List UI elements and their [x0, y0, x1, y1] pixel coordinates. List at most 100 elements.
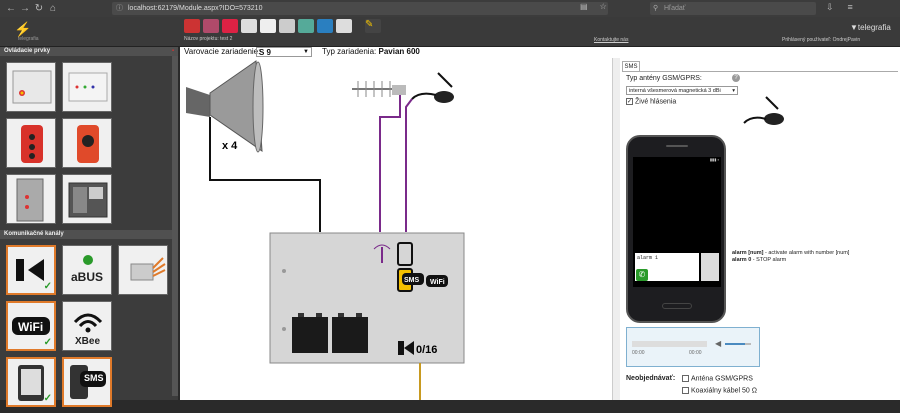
- send-button[interactable]: [701, 253, 719, 281]
- edit-icon[interactable]: ✎: [365, 19, 381, 33]
- volume-icon[interactable]: ◀: [715, 339, 721, 348]
- live-messages-option[interactable]: ✓ Živé hlásenia: [626, 98, 676, 105]
- alarm-desc-1: - activate alarm with number [num]: [763, 250, 850, 256]
- alarm-cmd-2: alarm 0: [732, 257, 752, 263]
- audio-time-start: 00:00: [632, 350, 645, 356]
- collapse-icon[interactable]: ▪: [172, 47, 174, 56]
- tool-icon-1[interactable]: [184, 19, 200, 33]
- unordered-label: Neobjednávať:: [626, 375, 676, 382]
- antenna-label: Typ antény GSM/GPRS:: [626, 75, 702, 82]
- control-panel-tile[interactable]: [62, 62, 112, 112]
- audio-progress-bar[interactable]: [632, 341, 707, 347]
- channels-grid: ✓ aBUS WiFi ✓ XBee ✓ SMS: [0, 239, 178, 413]
- help-icon[interactable]: ?: [732, 74, 740, 82]
- url-actions: ▤ ☆: [580, 2, 607, 11]
- phone-home-button: [662, 303, 692, 309]
- tool-icon-2[interactable]: [203, 19, 219, 33]
- back-icon[interactable]: ←: [4, 2, 18, 16]
- channel-io-tile[interactable]: ✓: [6, 245, 56, 295]
- yagi-cable: [379, 95, 401, 232]
- address-bar[interactable]: ⓘ localhost:62179/Module.aspx?IDO=573210: [112, 2, 608, 15]
- logged-user: Prihlásený používateľ: OndrejPavin: [782, 37, 861, 43]
- alarm-cmd-1: alarm [num]: [732, 250, 764, 256]
- sidebar-scrollbar[interactable]: [172, 56, 178, 396]
- info-icon: ⓘ: [116, 5, 123, 12]
- audio-player: 00:00 00:00 ◀: [626, 327, 760, 367]
- design-canvas[interactable]: Varovacie zariadenie: S 9 ▼ Typ zariadeni…: [180, 47, 620, 400]
- share-icon[interactable]: [317, 19, 333, 33]
- antenna-select[interactable]: interná všesmerová magnetická 3 dBi ▾: [626, 86, 738, 95]
- menu-icon[interactable]: ≡: [848, 2, 853, 13]
- svg-text:WiFi: WiFi: [18, 320, 43, 334]
- sms-badge: SMS: [404, 277, 420, 284]
- option-cable-checkbox[interactable]: [682, 387, 689, 394]
- channel-wifi-tile[interactable]: WiFi ✓: [6, 301, 56, 351]
- checkmark-icon: ✓: [43, 337, 52, 348]
- option-antenna-checkbox[interactable]: [682, 375, 689, 382]
- section-controls-title: Ovládacie prvky: [4, 48, 51, 54]
- tab-sms[interactable]: SMS: [622, 61, 640, 71]
- channel-xbee-tile[interactable]: XBee: [62, 301, 112, 351]
- chart-icon[interactable]: [298, 19, 314, 33]
- open-cabinet-tile[interactable]: [62, 174, 112, 224]
- svg-text:WiFi: WiFi: [430, 279, 445, 286]
- io-counter: 0/16: [416, 344, 437, 356]
- url-text: localhost:62179/Module.aspx?IDO=573210: [128, 5, 263, 12]
- reload-icon[interactable]: ↻: [32, 2, 46, 16]
- section-channels-header[interactable]: Komunikačné kanály ▪: [0, 230, 178, 239]
- call-icon[interactable]: ✆: [636, 269, 648, 281]
- app-header: ⚡ telegrafia ✎ Názov projektu: test 2 Kon…: [0, 17, 900, 47]
- control-box-tile[interactable]: [6, 62, 56, 112]
- brand-logo: ▼telegrafia: [850, 23, 891, 32]
- sidebar: Ovládacie prvky ▪ Komunikačné kanály ▪ ✓: [0, 47, 178, 407]
- search-icon: ⚲: [653, 5, 659, 12]
- channel-xbee-label: XBee: [75, 336, 101, 347]
- antenna-value: interná všesmerová magnetická 3 dBi: [629, 88, 721, 94]
- option-antenna-label: Anténa GSM/GPRS: [691, 375, 753, 383]
- channel-abus-tile[interactable]: aBUS: [62, 245, 112, 295]
- channel-cable-tile[interactable]: [118, 245, 168, 295]
- speaker-cable: [209, 117, 321, 232]
- option-cable[interactable]: Koaxiálny kábel 50 Ω: [682, 387, 757, 394]
- speaker-multiplier: x 4: [222, 140, 238, 152]
- table-icon[interactable]: [336, 19, 352, 33]
- canvas-scrollbar[interactable]: [612, 58, 620, 400]
- live-messages-checkbox[interactable]: ✓: [626, 98, 633, 105]
- search-input[interactable]: ⚲ Hľadať: [650, 2, 816, 15]
- option-cable-label: Koaxiálny kábel 50 Ω: [691, 387, 757, 395]
- checkmark-icon: ✓: [43, 393, 52, 404]
- checkmark-icon: ✓: [43, 281, 52, 292]
- reader-icon[interactable]: ▤: [580, 2, 588, 11]
- browser-right-icons: ⇩ ≡: [826, 2, 853, 13]
- wiring-diagram: x 4 WiFi 0/16 SMS: [186, 60, 465, 400]
- download-icon[interactable]: ⇩: [826, 2, 834, 13]
- magnetic-antenna-preview-icon: [743, 96, 784, 125]
- option-antenna[interactable]: Anténa GSM/GPRS: [682, 375, 753, 382]
- tool-icon-3[interactable]: [222, 19, 238, 33]
- remote-orange-tile[interactable]: [62, 118, 112, 168]
- toolbar: ✎: [184, 19, 381, 33]
- horn-speaker-icon[interactable]: [186, 60, 264, 153]
- yagi-antenna-icon[interactable]: [352, 81, 406, 97]
- home-icon[interactable]: ⌂: [46, 2, 60, 16]
- phone-status-bar: ▮▮▮ ▪: [709, 157, 719, 162]
- bookmark-star-icon[interactable]: ☆: [600, 2, 607, 11]
- audio-time-end: 00:00: [689, 350, 702, 356]
- volume-slider[interactable]: [725, 343, 745, 345]
- chevron-down-icon: ▾: [732, 88, 735, 94]
- phone-speaker: [666, 145, 688, 147]
- document-icon[interactable]: [241, 19, 257, 33]
- forward-icon[interactable]: →: [18, 2, 32, 16]
- section-controls-header[interactable]: Ovládacie prvky ▪: [0, 47, 178, 56]
- channel-abus-label: aBUS: [71, 270, 104, 284]
- tab-divider: [622, 71, 898, 72]
- remote-red-tile[interactable]: [6, 118, 56, 168]
- magnetic-antenna-icon[interactable]: [411, 72, 454, 103]
- cabinet-tile[interactable]: [6, 174, 56, 224]
- print-icon[interactable]: [279, 19, 295, 33]
- controls-grid: [0, 56, 178, 230]
- magnetic-cable: [405, 98, 413, 232]
- contact-link[interactable]: Kontaktujte nás: [594, 37, 628, 43]
- live-messages-label: Živé hlásenia: [635, 98, 677, 106]
- list-icon[interactable]: [260, 19, 276, 33]
